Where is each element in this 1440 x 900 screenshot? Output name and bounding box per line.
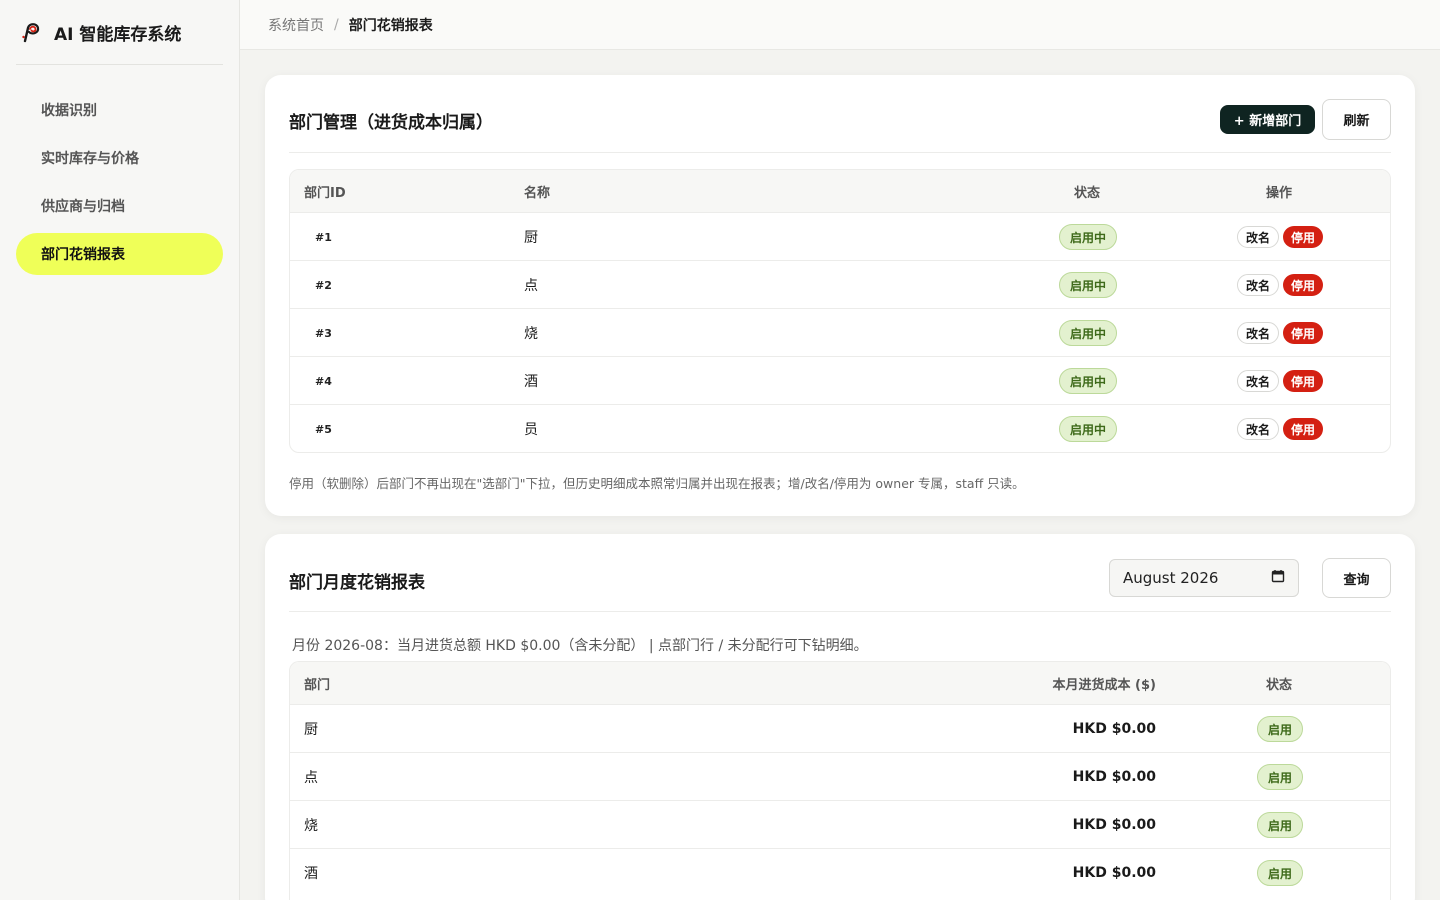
disable-button[interactable]: 停用 bbox=[1283, 274, 1323, 296]
dept-mgmt-title: 部门管理（进货成本归属） bbox=[289, 113, 493, 133]
month-value: August 2026 bbox=[1123, 569, 1219, 587]
report-cost: HKD $0.00 bbox=[1072, 769, 1156, 785]
table-row: #4 酒 启用中 改名 停用 bbox=[290, 357, 1390, 405]
rename-button[interactable]: 改名 bbox=[1237, 274, 1279, 296]
report-cost: HKD $0.00 bbox=[1072, 865, 1156, 881]
dept-id: #5 bbox=[315, 422, 332, 436]
sidebar-nav: 收据识别 实时库存与价格 供应商与归档 部门花销报表 bbox=[16, 89, 223, 281]
monthly-report-card: 部门月度花销报表 August 2026 查询 月份 2026-08：当月进货总… bbox=[265, 534, 1415, 900]
calendar-icon[interactable] bbox=[1271, 569, 1285, 587]
rename-button[interactable]: 改名 bbox=[1237, 322, 1279, 344]
dept-id: #4 bbox=[315, 374, 332, 388]
report-dept: 酒 bbox=[304, 866, 318, 882]
dept-name: 厨 bbox=[524, 230, 538, 246]
add-dept-button[interactable]: + 新增部门 bbox=[1220, 105, 1315, 134]
status-badge: 启用 bbox=[1257, 812, 1303, 838]
dept-name: 点 bbox=[524, 278, 538, 294]
sidebar-item-inventory-price[interactable]: 实时库存与价格 bbox=[16, 137, 223, 179]
monthly-report-title: 部门月度花销报表 bbox=[289, 573, 425, 593]
dept-name: 员 bbox=[524, 422, 538, 438]
dept-id: #1 bbox=[315, 230, 332, 244]
breadcrumb-separator: / bbox=[334, 16, 339, 33]
status-badge: 启用 bbox=[1257, 860, 1303, 886]
disable-button[interactable]: 停用 bbox=[1283, 226, 1323, 248]
dept-table-header: 部门ID 名称 状态 操作 bbox=[290, 170, 1390, 213]
table-row[interactable]: 厨 HKD $0.00 启用 bbox=[290, 705, 1390, 753]
status-badge: 启用中 bbox=[1059, 368, 1117, 394]
col-actions: 操作 bbox=[1266, 186, 1293, 201]
breadcrumb: 系统首页 / 部门花销报表 bbox=[240, 0, 1440, 50]
app-title: AI 智能库存系统 bbox=[54, 24, 182, 45]
disable-button[interactable]: 停用 bbox=[1283, 418, 1323, 440]
dept-id: #3 bbox=[315, 326, 332, 340]
dept-mgmt-card: 部门管理（进货成本归属） + 新增部门 刷新 部门ID 名称 状态 操作 #1 … bbox=[265, 75, 1415, 516]
disable-button[interactable]: 停用 bbox=[1283, 370, 1323, 392]
dept-mgmt-note: 停用（软删除）后部门不再出现在"选部门"下拉，但历史明细成本照常归属并出现在报表… bbox=[289, 476, 1025, 491]
table-row[interactable]: 烧 HKD $0.00 启用 bbox=[290, 801, 1390, 849]
status-badge: 启用 bbox=[1257, 764, 1303, 790]
col-dept-id: 部门ID bbox=[304, 186, 346, 201]
report-cost: HKD $0.00 bbox=[1072, 721, 1156, 737]
report-dept: 点 bbox=[304, 770, 318, 786]
rename-button[interactable]: 改名 bbox=[1237, 418, 1279, 440]
report-table: 部门 本月进货成本 ($) 状态 厨 HKD $0.00 启用 点 HKD $0… bbox=[289, 661, 1391, 900]
col-dept: 部门 bbox=[304, 678, 331, 693]
dept-name: 酒 bbox=[524, 374, 538, 390]
col-report-status: 状态 bbox=[1266, 678, 1293, 693]
table-row: #3 烧 启用中 改名 停用 bbox=[290, 309, 1390, 357]
col-name: 名称 bbox=[524, 186, 551, 201]
query-button[interactable]: 查询 bbox=[1322, 558, 1391, 598]
table-row: #1 厨 启用中 改名 停用 bbox=[290, 213, 1390, 261]
refresh-button[interactable]: 刷新 bbox=[1322, 99, 1391, 140]
sidebar-item-receipt-recognition[interactable]: 收据识别 bbox=[16, 89, 223, 131]
sidebar: AI 智能库存系统 收据识别 实时库存与价格 供应商与归档 部门花销报表 bbox=[0, 0, 240, 900]
col-cost: 本月进货成本 ($) bbox=[1052, 678, 1156, 693]
dept-mgmt-header: 部门管理（进货成本归属） + 新增部门 刷新 bbox=[289, 75, 1391, 153]
report-dept: 烧 bbox=[304, 818, 318, 834]
disable-button[interactable]: 停用 bbox=[1283, 322, 1323, 344]
status-badge: 启用中 bbox=[1059, 224, 1117, 250]
rename-button[interactable]: 改名 bbox=[1237, 370, 1279, 392]
dept-id: #2 bbox=[315, 278, 332, 292]
report-dept: 厨 bbox=[304, 722, 318, 738]
breadcrumb-home[interactable]: 系统首页 bbox=[268, 15, 324, 35]
rename-button[interactable]: 改名 bbox=[1237, 226, 1279, 248]
sidebar-item-dept-report[interactable]: 部门花销报表 bbox=[16, 233, 223, 275]
sidebar-item-supplier-archive[interactable]: 供应商与归档 bbox=[16, 185, 223, 227]
breadcrumb-current: 部门花销报表 bbox=[348, 17, 433, 34]
dept-table: 部门ID 名称 状态 操作 #1 厨 启用中 改名 停用 #2 点 启用中 改名… bbox=[289, 169, 1391, 453]
status-badge: 启用中 bbox=[1059, 320, 1117, 346]
dept-name: 烧 bbox=[524, 326, 538, 342]
status-badge: 启用中 bbox=[1059, 416, 1117, 442]
brand[interactable]: AI 智能库存系统 bbox=[16, 0, 223, 65]
status-badge: 启用 bbox=[1257, 716, 1303, 742]
report-summary: 月份 2026-08：当月进货总额 HKD $0.00（含未分配） | 点部门行… bbox=[292, 638, 868, 654]
table-row[interactable]: 点 HKD $0.00 启用 bbox=[290, 753, 1390, 801]
status-badge: 启用中 bbox=[1059, 272, 1117, 298]
table-row: #2 点 启用中 改名 停用 bbox=[290, 261, 1390, 309]
swirl-logo-icon bbox=[18, 19, 44, 45]
report-cost: HKD $0.00 bbox=[1072, 817, 1156, 833]
table-row[interactable]: 酒 HKD $0.00 启用 bbox=[290, 849, 1390, 897]
col-status: 状态 bbox=[1074, 186, 1101, 201]
table-row: #5 员 启用中 改名 停用 bbox=[290, 405, 1390, 452]
report-table-header: 部门 本月进货成本 ($) 状态 bbox=[290, 662, 1390, 705]
monthly-report-header: 部门月度花销报表 August 2026 查询 bbox=[289, 534, 1391, 612]
month-picker[interactable]: August 2026 bbox=[1109, 559, 1299, 597]
